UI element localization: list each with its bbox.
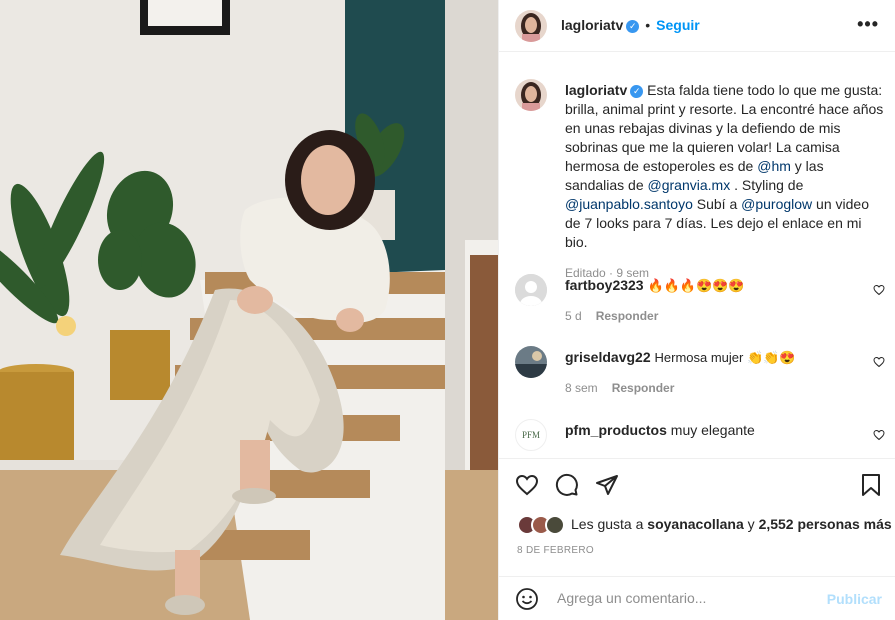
comment-body: pfm_productos muy elegante — [565, 421, 755, 439]
header-separator: • — [645, 17, 651, 33]
likes-middle: y — [743, 516, 759, 532]
reply-button[interactable]: Responder — [596, 309, 659, 323]
comment-meta: 5 d Responder — [565, 309, 658, 323]
caption-username[interactable]: lagloriatv — [565, 82, 627, 98]
post-header: lagloriatv ✓ • Seguir ••• — [499, 0, 895, 52]
liked-by-user-link[interactable]: soyanacollana — [647, 516, 744, 532]
verified-badge-icon: ✓ — [626, 19, 640, 33]
liked-by-avatars — [517, 515, 565, 535]
caption-text-part: . Styling de — [730, 177, 804, 193]
comment-text: muy elegante — [670, 422, 755, 438]
post-photo-illustration — [0, 0, 498, 620]
like-heart-icon[interactable] — [515, 473, 539, 497]
follow-button[interactable]: Seguir — [656, 17, 700, 33]
avatar-logo-text: PFM — [521, 430, 540, 440]
mention-link[interactable]: @juanpablo.santoyo — [565, 196, 693, 212]
author-username[interactable]: lagloriatv — [561, 17, 623, 33]
comment-username[interactable]: griseldavg22 — [565, 349, 651, 365]
reply-button[interactable]: Responder — [612, 381, 675, 395]
comment-item: PFM pfm_productos muy elegante — [515, 419, 885, 458]
mention-link[interactable]: @puroglow — [741, 196, 812, 212]
comment-item: fartboy2323 🔥🔥🔥😍😍😍 5 d Responder — [515, 274, 885, 330]
post-actions: Les gusta a soyanacollana y 2,552 person… — [499, 459, 895, 569]
comment-avatar[interactable]: PFM — [515, 419, 547, 451]
save-bookmark-icon[interactable] — [860, 473, 882, 497]
add-comment-input[interactable] — [555, 589, 809, 607]
emoji-smiley-icon[interactable] — [515, 587, 539, 611]
post-image[interactable] — [0, 0, 498, 620]
author-avatar-image — [515, 10, 547, 42]
comment-text: 🔥🔥🔥😍😍😍 — [647, 278, 745, 293]
author-avatar[interactable] — [515, 10, 547, 42]
like-comment-heart-icon[interactable] — [873, 284, 885, 296]
caption-author-avatar[interactable] — [515, 79, 547, 111]
comment-item: griseldavg22 Hermosa mujer 👏👏😍 8 sem Resp… — [515, 346, 885, 402]
publish-button[interactable]: Publicar — [827, 591, 882, 607]
comment-body: griseldavg22 Hermosa mujer 👏👏😍 — [565, 348, 796, 367]
like-comment-heart-icon[interactable] — [873, 429, 885, 441]
like-comment-heart-icon[interactable] — [873, 356, 885, 368]
comment-body: fartboy2323 🔥🔥🔥😍😍😍 — [565, 276, 745, 295]
default-avatar-icon — [515, 274, 547, 306]
comments-area[interactable]: lagloriatv ✓ Esta falda tiene todo lo que… — [499, 52, 895, 459]
comment-age: 5 d — [565, 309, 582, 323]
comment-avatar-default[interactable] — [515, 274, 547, 306]
caption-verified-badge-icon: ✓ — [630, 84, 644, 98]
caption-avatar-image — [515, 79, 547, 111]
comment-bubble-icon[interactable] — [555, 473, 579, 497]
likes-prefix: Les gusta a — [571, 516, 648, 532]
post-date: 8 DE FEBRERO — [517, 545, 594, 556]
header-title-row: lagloriatv ✓ • Seguir — [561, 17, 700, 33]
comment-age: 8 sem — [565, 381, 598, 395]
share-paper-plane-icon[interactable] — [595, 473, 619, 497]
post-caption: lagloriatv ✓ Esta falda tiene todo lo que… — [565, 81, 885, 283]
liked-by-avatar-stack — [517, 515, 565, 535]
comment-avatar-image — [515, 346, 547, 378]
more-options-icon[interactable]: ••• — [857, 14, 879, 35]
post-side-panel: lagloriatv ✓ • Seguir ••• lagloriatv ✓ Esta … — [498, 0, 895, 620]
comment-avatar[interactable] — [515, 346, 547, 378]
add-comment-bar: Publicar — [499, 576, 895, 620]
likes-count-link[interactable]: 2,552 personas más — [759, 516, 892, 532]
mention-link[interactable]: @granvia.mx — [648, 177, 731, 193]
comment-text: Hermosa mujer 👏👏😍 — [654, 350, 796, 365]
comment-meta: 8 sem Responder — [565, 381, 674, 395]
comment-username[interactable]: fartboy2323 — [565, 277, 644, 293]
comment-username[interactable]: pfm_productos — [565, 422, 667, 438]
likes-summary: Les gusta a soyanacollana y 2,552 person… — [571, 515, 892, 533]
caption-text-part: Subí a — [692, 196, 742, 212]
mention-link[interactable]: @hm — [757, 158, 791, 174]
